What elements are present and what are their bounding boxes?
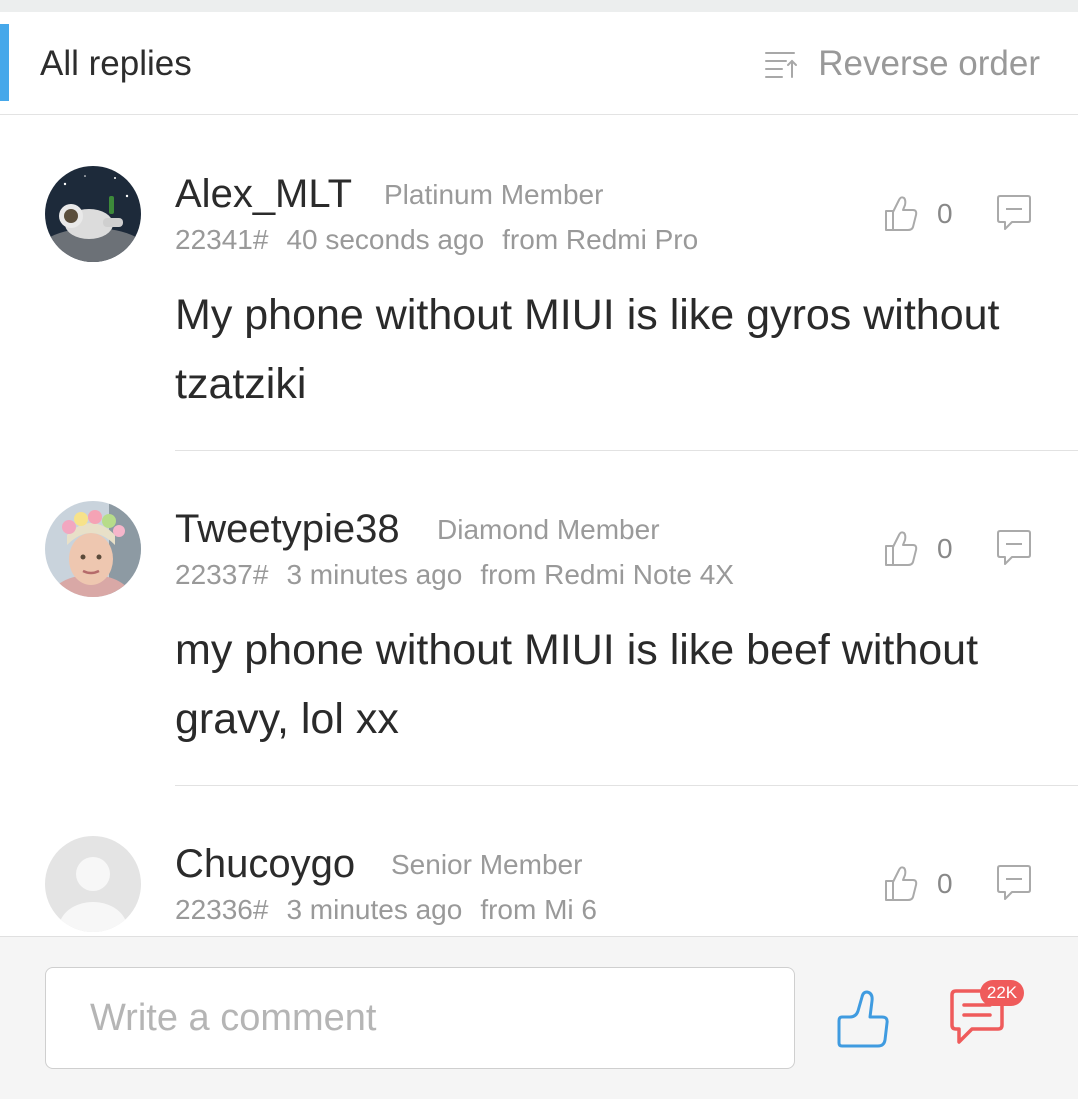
floor-number: 22336# — [175, 894, 269, 925]
thumbs-up-icon[interactable] — [884, 864, 918, 902]
user-avatar[interactable] — [45, 501, 141, 597]
user-avatar[interactable] — [45, 166, 141, 262]
post-time: 3 minutes ago — [286, 894, 463, 925]
reverse-order-button[interactable]: Reverse order — [764, 42, 1040, 86]
sort-icon — [765, 52, 798, 78]
member-rank: Diamond Member — [437, 514, 660, 545]
reply-text: My phone without MIUI is like gyros with… — [175, 291, 1000, 408]
username[interactable]: Tweetypie38 — [175, 507, 400, 552]
username[interactable]: Chucoygo — [175, 842, 355, 887]
thumbs-up-icon[interactable] — [884, 194, 918, 232]
member-rank: Platinum Member — [384, 179, 604, 210]
thumbs-up-icon[interactable] — [884, 529, 918, 567]
like-count: 0 — [937, 198, 953, 229]
floor-number: 22341# — [175, 224, 269, 255]
reply-item: Chucoygo Senior Member 22336# 3 minutes a… — [0, 786, 1078, 936]
reply-item: Tweetypie38 Diamond Member 22337# 3 minut… — [0, 451, 1078, 786]
post-time: 3 minutes ago — [286, 559, 463, 590]
device-info: from Redmi Note 4X — [480, 559, 734, 590]
username[interactable]: Alex_MLT — [175, 172, 352, 217]
top-strip — [0, 0, 1078, 12]
comment-icon[interactable] — [996, 529, 1032, 567]
reply-meta: 22341# 40 seconds ago from Redmi Pro — [175, 224, 716, 256]
astronaut-avatar-icon — [45, 166, 141, 262]
reply-meta: 22337# 3 minutes ago from Redmi Note 4X — [175, 559, 752, 591]
reply-item: Alex_MLT Platinum Member 22341# 40 second… — [0, 116, 1078, 451]
reverse-order-label: Reverse order — [818, 44, 1040, 83]
comment-icon[interactable] — [996, 864, 1032, 902]
like-post-icon[interactable] — [836, 987, 890, 1049]
reply-text: my phone without MIUI is like beef witho… — [175, 626, 979, 743]
comment-icon[interactable] — [996, 194, 1032, 232]
like-count: 0 — [937, 868, 953, 899]
reply-list: Alex_MLT Platinum Member 22341# 40 second… — [0, 116, 1078, 936]
section-title: All replies — [40, 44, 192, 83]
member-rank: Senior Member — [391, 849, 583, 880]
post-time: 40 seconds ago — [286, 224, 485, 255]
header-accent-bar — [0, 24, 9, 101]
replies-header: All replies Reverse order — [0, 12, 1078, 115]
comment-bar: 22K — [0, 936, 1078, 1099]
reply-meta: 22336# 3 minutes ago from Mi 6 — [175, 894, 615, 926]
flower-crown-avatar-icon — [45, 501, 141, 597]
comment-input[interactable] — [45, 967, 795, 1069]
default-avatar-icon — [45, 836, 141, 932]
device-info: from Redmi Pro — [502, 224, 699, 255]
user-avatar[interactable] — [45, 836, 141, 932]
like-count: 0 — [937, 533, 953, 564]
comment-count-badge: 22K — [980, 980, 1024, 1006]
floor-number: 22337# — [175, 559, 269, 590]
device-info: from Mi 6 — [480, 894, 598, 925]
